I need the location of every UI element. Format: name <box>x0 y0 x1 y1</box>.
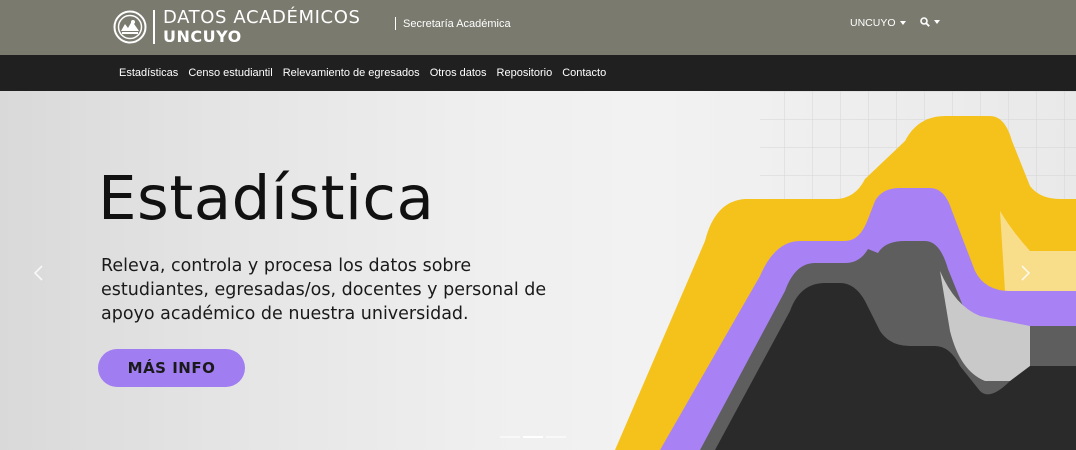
top-header: DATOS ACADÉMICOS UNCUYO Secretaría Acadé… <box>0 0 1076 55</box>
nav-item-censo-estudiantil[interactable]: Censo estudiantil <box>188 67 272 79</box>
site-logo[interactable]: DATOS ACADÉMICOS UNCUYO <box>113 6 360 48</box>
chevron-right-icon[interactable] <box>1020 264 1032 282</box>
carousel-indicator-active[interactable] <box>523 436 543 438</box>
nav-item-estadisticas[interactable]: Estadísticas <box>119 67 178 79</box>
hero-description: Releva, controla y procesa los datos sob… <box>101 256 547 324</box>
logo-divider <box>153 10 155 44</box>
nav-list: Estadísticas Censo estudiantil Relevamie… <box>119 55 616 91</box>
secretaria-text: Secretaría Académica <box>403 17 511 30</box>
university-seal-icon <box>113 10 147 44</box>
nav-item-contacto[interactable]: Contacto <box>562 67 606 79</box>
uncuyo-dropdown[interactable]: UNCUYO <box>850 17 906 29</box>
chevron-left-icon[interactable] <box>32 264 44 282</box>
uncuyo-dropdown-label: UNCUYO <box>850 17 896 29</box>
search-icon <box>920 17 930 27</box>
carousel-indicators <box>500 436 569 438</box>
logo-title: DATOS ACADÉMICOS <box>163 7 361 28</box>
nav-item-otros-datos[interactable]: Otros datos <box>430 67 487 79</box>
hero-title: Estadística <box>98 163 435 234</box>
secretaria-label[interactable]: Secretaría Académica <box>395 17 511 30</box>
logo-text: DATOS ACADÉMICOS UNCUYO <box>163 9 360 45</box>
main-navigation: Estadísticas Censo estudiantil Relevamie… <box>0 55 1076 91</box>
logo-subtitle: UNCUYO <box>163 27 242 46</box>
carousel-indicator[interactable] <box>546 436 566 438</box>
hero-carousel: Estadística Releva, controla y procesa l… <box>0 91 1076 450</box>
nav-item-repositorio[interactable]: Repositorio <box>497 67 553 79</box>
nav-item-relevamiento-egresados[interactable]: Relevamiento de egresados <box>283 67 420 79</box>
search-dropdown[interactable] <box>920 17 940 27</box>
secretaria-divider <box>395 17 396 30</box>
chevron-down-icon <box>899 21 906 25</box>
chevron-down-icon <box>934 20 940 24</box>
mas-info-button[interactable]: MÁS INFO <box>98 349 245 387</box>
carousel-indicator[interactable] <box>500 436 520 438</box>
